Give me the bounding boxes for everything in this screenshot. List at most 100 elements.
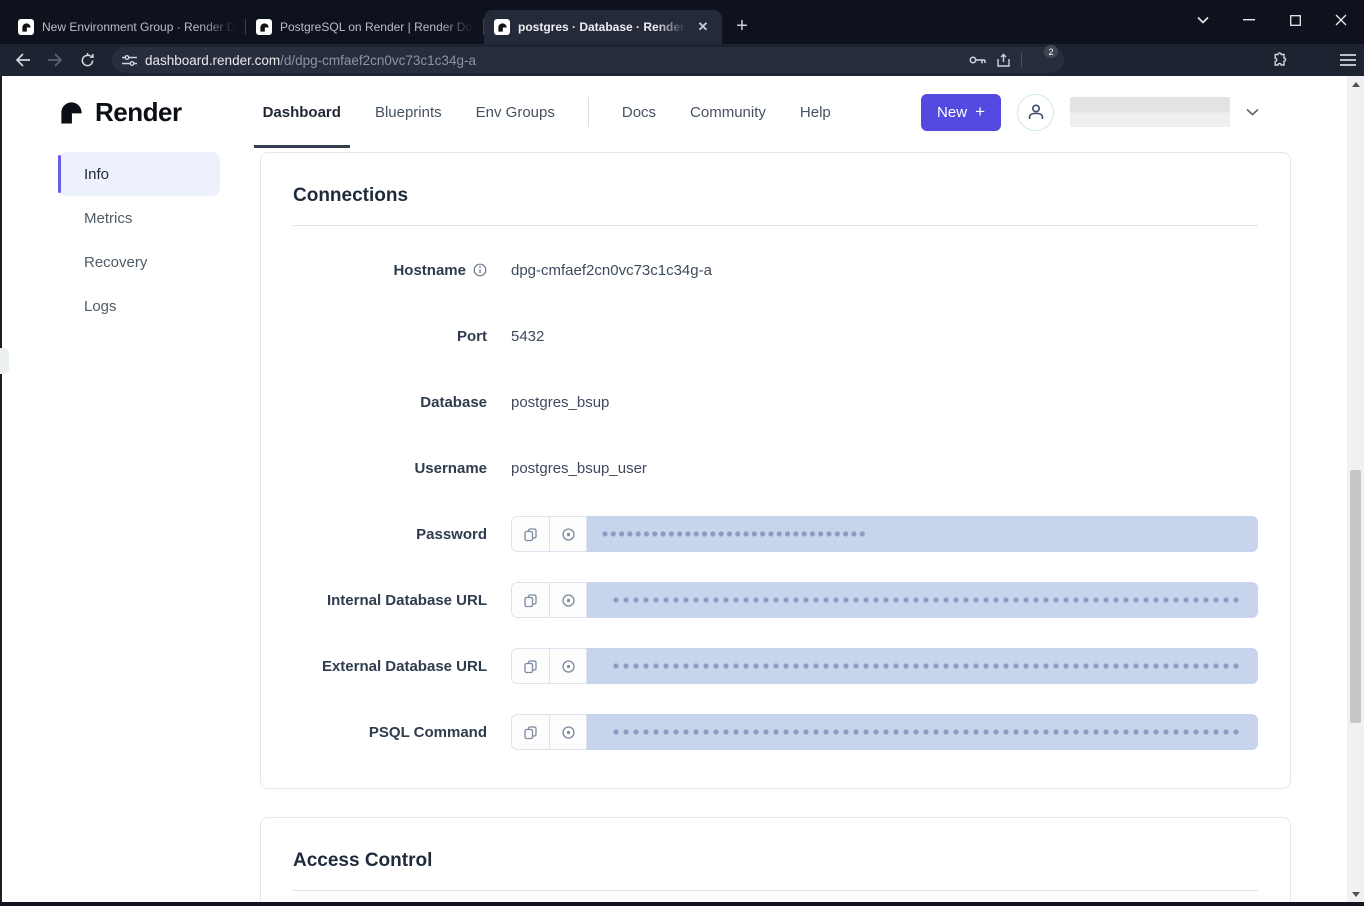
scroll-down-arrow[interactable] — [1347, 886, 1364, 902]
app-header: Render Dashboard Blueprints Env Groups D… — [2, 76, 1347, 148]
tab-title: New Environment Group · Render Das — [42, 20, 236, 34]
redacted-account-name — [1070, 97, 1230, 127]
tab-title: PostgreSQL on Render | Render Docs — [280, 20, 474, 34]
back-button[interactable] — [8, 46, 38, 74]
render-dashboard-page: Render Dashboard Blueprints Env Groups D… — [2, 76, 1347, 902]
user-avatar-button[interactable] — [1017, 94, 1054, 131]
psql-command-field-group — [511, 714, 1258, 750]
nav-help[interactable]: Help — [783, 76, 848, 148]
password-masked-value[interactable] — [587, 516, 1258, 552]
copy-button[interactable] — [511, 714, 549, 750]
sidebar-item-logs[interactable]: Logs — [58, 284, 220, 328]
access-control-card: Access Control — [260, 817, 1291, 902]
url-text[interactable]: dashboard.render.com/d/dpg-cmfaef2cn0vc7… — [145, 53, 969, 68]
reload-button[interactable] — [72, 46, 102, 74]
browser-tab-1[interactable]: New Environment Group · Render Das — [8, 10, 246, 44]
divider — [293, 890, 1258, 891]
tab-close-icon[interactable]: ✕ — [694, 18, 712, 36]
page-scrollbar[interactable] — [1347, 76, 1364, 906]
scroll-up-arrow[interactable] — [1347, 76, 1364, 92]
password-key-icon[interactable] — [969, 55, 986, 65]
browser-chrome: New Environment Group · Render Das Postg… — [0, 0, 1364, 76]
external-url-label: External Database URL — [293, 658, 487, 675]
main-nav: Dashboard Blueprints Env Groups Docs Com… — [246, 76, 848, 148]
copy-button[interactable] — [511, 582, 549, 618]
connections-card: Connections Hostname dpg-cmfaef2cn0vc73c… — [260, 152, 1291, 789]
psql-command-masked-value[interactable] — [587, 714, 1258, 750]
render-logo[interactable]: Render — [58, 97, 182, 128]
internal-url-row: Internal Database URL — [293, 582, 1258, 618]
internal-url-masked-value[interactable] — [587, 582, 1258, 618]
nav-blueprints[interactable]: Blueprints — [358, 76, 459, 148]
nav-dashboard[interactable]: Dashboard — [246, 76, 358, 148]
person-icon — [1026, 102, 1046, 122]
render-favicon — [18, 19, 34, 35]
database-row: Database postgres_bsup — [293, 384, 1258, 420]
info-icon[interactable] — [473, 263, 487, 277]
internal-url-field-group — [511, 582, 1258, 618]
url-host: dashboard.render.com — [145, 53, 280, 68]
side-panel-handle[interactable] — [0, 348, 9, 374]
brand-name: Render — [95, 97, 182, 128]
copy-button[interactable] — [511, 516, 549, 552]
render-favicon — [494, 19, 510, 35]
maximize-button[interactable] — [1272, 0, 1318, 40]
sidebar-item-info[interactable]: Info — [58, 152, 220, 196]
service-sidebar: Info Metrics Recovery Logs — [58, 148, 220, 902]
scrollbar-thumb[interactable] — [1350, 470, 1361, 723]
menu-icon[interactable] — [1340, 54, 1356, 66]
psql-command-row: PSQL Command — [293, 714, 1258, 750]
minimize-button[interactable] — [1226, 0, 1272, 40]
tab-title: postgres · Database · Render Da — [518, 20, 686, 34]
reveal-button[interactable] — [549, 582, 587, 618]
external-url-masked-value[interactable] — [587, 648, 1258, 684]
nav-community[interactable]: Community — [673, 76, 783, 148]
browser-toolbar: dashboard.render.com/d/dpg-cmfaef2cn0vc7… — [0, 44, 1364, 76]
profile-avatar[interactable] — [1302, 48, 1326, 72]
port-label: Port — [293, 328, 487, 345]
database-label: Database — [293, 394, 487, 411]
username-row: Username postgres_bsup_user — [293, 450, 1258, 486]
reveal-button[interactable] — [549, 648, 587, 684]
hostname-value[interactable]: dpg-cmfaef2cn0vc73c1c34g-a — [511, 262, 712, 279]
hostname-row: Hostname dpg-cmfaef2cn0vc73c1c34g-a — [293, 252, 1258, 288]
username-label: Username — [293, 460, 487, 477]
render-favicon — [256, 19, 272, 35]
external-url-row: External Database URL — [293, 648, 1258, 684]
main-panel: Connections Hostname dpg-cmfaef2cn0vc73c… — [220, 148, 1347, 902]
share-icon[interactable] — [996, 53, 1011, 68]
plus-icon: + — [975, 102, 985, 122]
nav-env-groups[interactable]: Env Groups — [459, 76, 572, 148]
browser-tab-2[interactable]: PostgreSQL on Render | Render Docs — [246, 10, 484, 44]
reveal-button[interactable] — [549, 714, 587, 750]
reveal-button[interactable] — [549, 516, 587, 552]
close-window-button[interactable] — [1318, 0, 1364, 40]
hostname-label: Hostname — [293, 262, 487, 279]
new-tab-button[interactable]: + — [728, 12, 756, 40]
external-url-field-group — [511, 648, 1258, 684]
window-controls — [1180, 0, 1364, 40]
access-control-title: Access Control — [293, 850, 1258, 872]
forward-button[interactable] — [40, 46, 70, 74]
extensions-icon[interactable] — [1272, 52, 1288, 68]
copy-button[interactable] — [511, 648, 549, 684]
window-bottom-edge — [0, 902, 1364, 906]
sidebar-item-metrics[interactable]: Metrics — [58, 196, 220, 240]
port-row: Port 5432 — [293, 318, 1258, 354]
password-row: Password — [293, 516, 1258, 552]
account-chevron-icon[interactable] — [1246, 108, 1259, 116]
tab-search-chevron-icon[interactable] — [1180, 0, 1226, 40]
shield-badge-count: 2 — [1044, 45, 1058, 58]
new-button[interactable]: New+ — [921, 94, 1001, 131]
browser-tab-active[interactable]: postgres · Database · Render Da ✕ — [484, 10, 722, 44]
site-settings-icon[interactable] — [122, 54, 137, 67]
nav-docs[interactable]: Docs — [605, 76, 673, 148]
database-value[interactable]: postgres_bsup — [511, 394, 609, 411]
tab-strip: New Environment Group · Render Das Postg… — [0, 0, 1364, 44]
sidebar-item-recovery[interactable]: Recovery — [58, 240, 220, 284]
address-bar[interactable]: dashboard.render.com/d/dpg-cmfaef2cn0vc7… — [112, 47, 1064, 73]
brave-shield-icon[interactable]: 2 — [1032, 50, 1054, 70]
port-value[interactable]: 5432 — [511, 328, 544, 345]
nav-divider — [588, 97, 589, 127]
username-value[interactable]: postgres_bsup_user — [511, 460, 647, 477]
